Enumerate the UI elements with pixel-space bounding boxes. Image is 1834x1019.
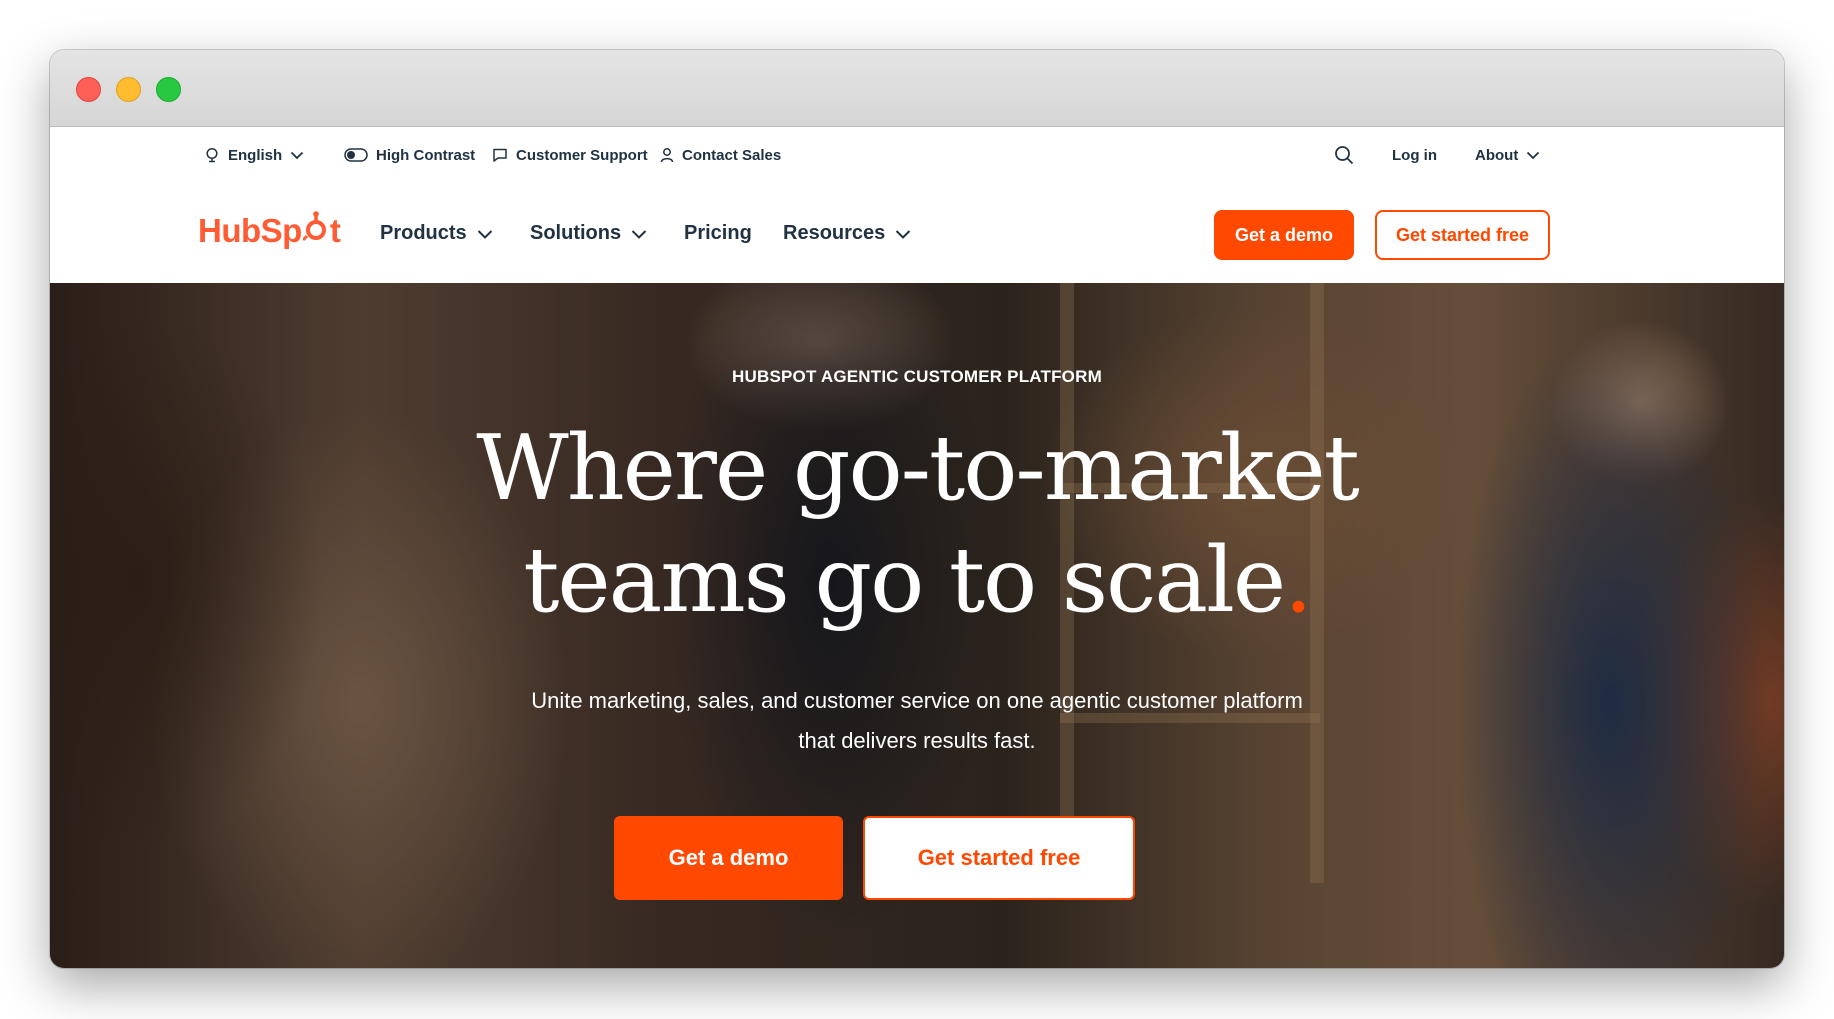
nav-solutions[interactable]: Solutions — [530, 213, 647, 253]
nav-pricing[interactable]: Pricing — [684, 213, 752, 253]
minimize-window-button[interactable] — [116, 77, 141, 102]
logo-text: HubSp — [198, 212, 302, 249]
main-navigation: HubSp t Products Solutions Pricing Resou… — [50, 183, 1784, 283]
hero-get-started-free-button[interactable]: Get started free — [863, 816, 1135, 900]
about-label: About — [1475, 146, 1519, 164]
contact-sales-label: Contact Sales — [682, 146, 782, 164]
nav-solutions-label: Solutions — [530, 221, 622, 244]
close-window-button[interactable] — [76, 77, 101, 102]
get-demo-button[interactable]: Get a demo — [1214, 210, 1354, 260]
login-link[interactable]: Log in — [1392, 127, 1437, 183]
nav-products-label: Products — [380, 221, 467, 244]
get-started-free-button[interactable]: Get started free — [1375, 210, 1550, 260]
customer-support-label: Customer Support — [516, 146, 648, 164]
nav-resources[interactable]: Resources — [783, 213, 911, 253]
utility-bar: English High Contrast Customer Support C… — [50, 127, 1784, 183]
logo-text-end: t — [329, 212, 341, 249]
browser-window: English High Contrast Customer Support C… — [50, 50, 1784, 968]
high-contrast-label: High Contrast — [376, 146, 476, 164]
high-contrast-toggle[interactable]: High Contrast — [344, 127, 475, 183]
language-label: English — [228, 146, 283, 164]
contact-sales-link[interactable]: Contact Sales — [660, 127, 781, 183]
sprocket-icon — [301, 211, 329, 251]
language-selector[interactable]: English — [204, 127, 304, 183]
chevron-down-icon — [631, 222, 647, 245]
maximize-window-button[interactable] — [156, 77, 181, 102]
chevron-down-icon — [895, 222, 911, 245]
login-label: Log in — [1392, 146, 1437, 164]
headline-accent-dot: . — [1284, 528, 1313, 633]
chevron-down-icon — [477, 222, 493, 245]
toggle-icon — [344, 148, 368, 162]
customer-support-link[interactable]: Customer Support — [492, 127, 648, 183]
hero-content: HUBSPOT AGENTIC CUSTOMER PLATFORM Where … — [50, 283, 1784, 968]
headline-line-2: teams go to scale. — [50, 525, 1784, 637]
headline-line-2-text: teams go to scale — [523, 528, 1286, 633]
nav-pricing-label: Pricing — [684, 221, 752, 244]
hero-section: HUBSPOT AGENTIC CUSTOMER PLATFORM Where … — [50, 283, 1784, 968]
globe-icon — [204, 147, 220, 163]
chevron-down-icon — [290, 150, 304, 160]
hero-eyebrow: HUBSPOT AGENTIC CUSTOMER PLATFORM — [732, 367, 1102, 386]
nav-resources-label: Resources — [783, 221, 886, 244]
hero-get-demo-button[interactable]: Get a demo — [614, 816, 843, 900]
chevron-down-icon — [1526, 150, 1540, 160]
search-icon — [1334, 145, 1354, 165]
person-icon — [660, 147, 674, 163]
nav-products[interactable]: Products — [380, 213, 493, 253]
search-button[interactable] — [1334, 127, 1354, 183]
about-menu[interactable]: About — [1475, 127, 1540, 183]
hero-subtext: Unite marketing, sales, and customer ser… — [531, 688, 1303, 753]
headline-line-1: Where go-to-market — [476, 416, 1360, 521]
hero-headline: Where go-to-market teams go to scale. — [50, 413, 1784, 637]
window-titlebar — [50, 50, 1784, 127]
chat-icon — [492, 147, 508, 163]
hubspot-logo[interactable]: HubSp t — [198, 211, 341, 251]
